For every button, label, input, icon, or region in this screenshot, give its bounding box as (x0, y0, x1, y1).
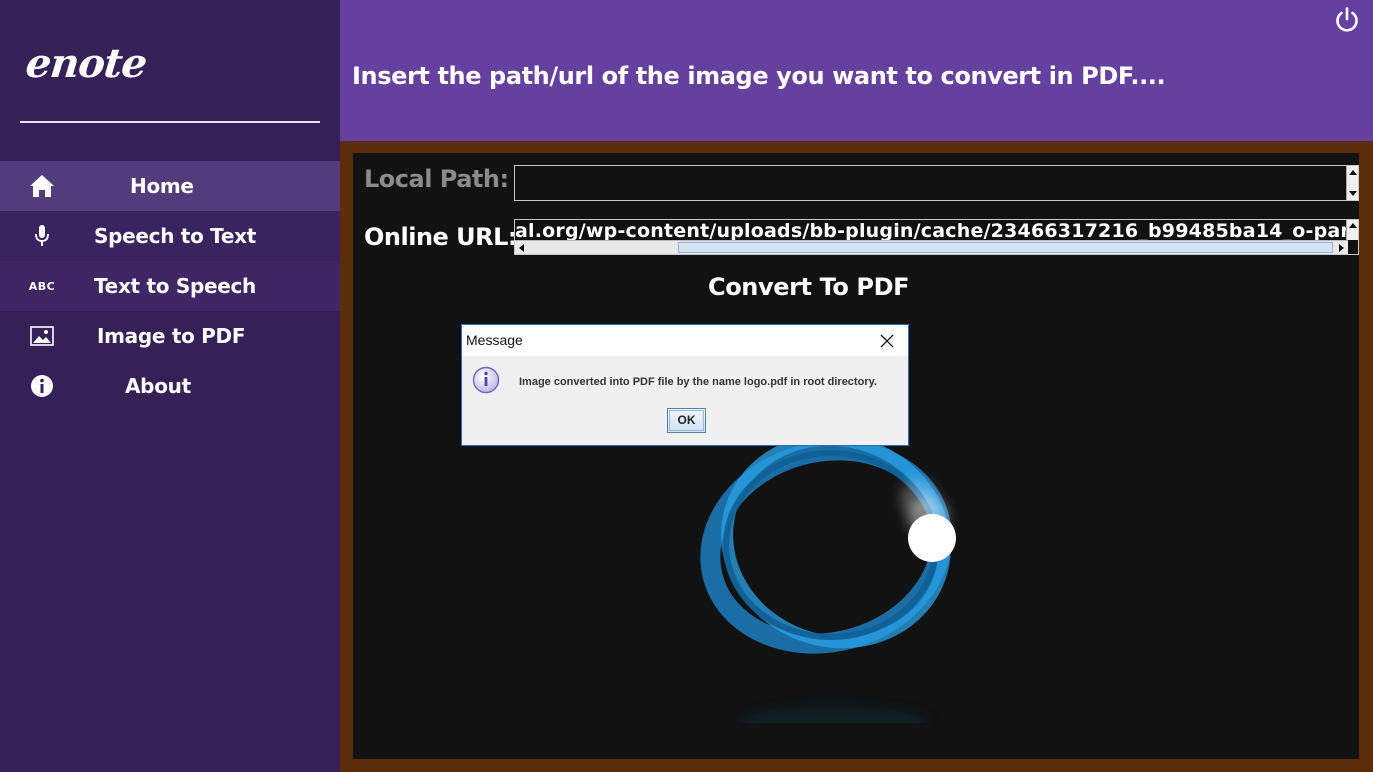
content-frame: Local Path: Online URL: al.org/wp-conten… (340, 141, 1373, 772)
sidebar-item-label: About (125, 374, 191, 398)
message-dialog: Message Image converted into PDF file by… (461, 324, 909, 446)
scroll-left-icon[interactable] (519, 244, 524, 252)
scroll-up-icon[interactable] (1349, 170, 1357, 175)
app-logo: enote (23, 40, 149, 87)
power-icon[interactable] (1333, 6, 1361, 34)
sidebar-item-image-to-pdf[interactable]: Image to PDF (0, 311, 340, 361)
local-path-label: Local Path: (364, 165, 509, 193)
online-url-horizontal-scrollbar[interactable] (515, 240, 1348, 254)
dialog-title: Message (466, 332, 523, 348)
sidebar-item-label: Home (130, 174, 194, 198)
sidebar-item-about[interactable]: About (0, 361, 340, 411)
online-url-label: Online URL: (364, 223, 518, 251)
dialog-titlebar[interactable]: Message (462, 325, 908, 356)
local-path-scrollbar[interactable] (1346, 166, 1358, 200)
info-icon (472, 366, 500, 394)
sidebar-item-text-to-speech[interactable]: ABC Text to Speech (0, 261, 340, 311)
image-icon (28, 324, 56, 348)
abc-icon: ABC (28, 279, 56, 293)
online-url-value: al.org/wp-content/uploads/bb-plugin/cach… (515, 220, 1358, 242)
close-icon[interactable] (880, 333, 894, 348)
scroll-up-icon[interactable] (1349, 223, 1357, 228)
content-panel: Local Path: Online URL: al.org/wp-conten… (353, 153, 1359, 759)
convert-to-pdf-button[interactable]: Convert To PDF (708, 273, 910, 301)
online-url-vertical-scrollbar[interactable] (1346, 220, 1358, 240)
ok-button[interactable]: OK (667, 408, 706, 433)
scroll-right-icon[interactable] (1339, 244, 1344, 252)
loading-spinner (683, 423, 983, 739)
home-icon (28, 174, 56, 198)
header: Insert the path/url of the image you wan… (340, 0, 1373, 141)
scroll-down-icon[interactable] (1349, 191, 1357, 196)
page-title: Insert the path/url of the image you wan… (352, 62, 1166, 90)
local-path-input[interactable] (514, 165, 1359, 201)
sidebar: enote Home Speech to Text ABC Text to Sp… (0, 0, 340, 772)
online-url-input[interactable]: al.org/wp-content/uploads/bb-plugin/cach… (514, 219, 1359, 255)
sidebar-item-label: Text to Speech (94, 274, 256, 298)
dialog-message: Image converted into PDF file by the nam… (519, 376, 877, 388)
sidebar-item-speech-to-text[interactable]: Speech to Text (0, 211, 340, 261)
sidebar-item-home[interactable]: Home (0, 161, 340, 211)
scrollbar-thumb[interactable] (678, 242, 1333, 253)
sidebar-item-label: Image to PDF (97, 324, 246, 348)
sidebar-item-label: Speech to Text (94, 224, 256, 248)
logo-divider (20, 121, 320, 123)
microphone-icon (28, 224, 56, 248)
info-icon (28, 374, 56, 398)
